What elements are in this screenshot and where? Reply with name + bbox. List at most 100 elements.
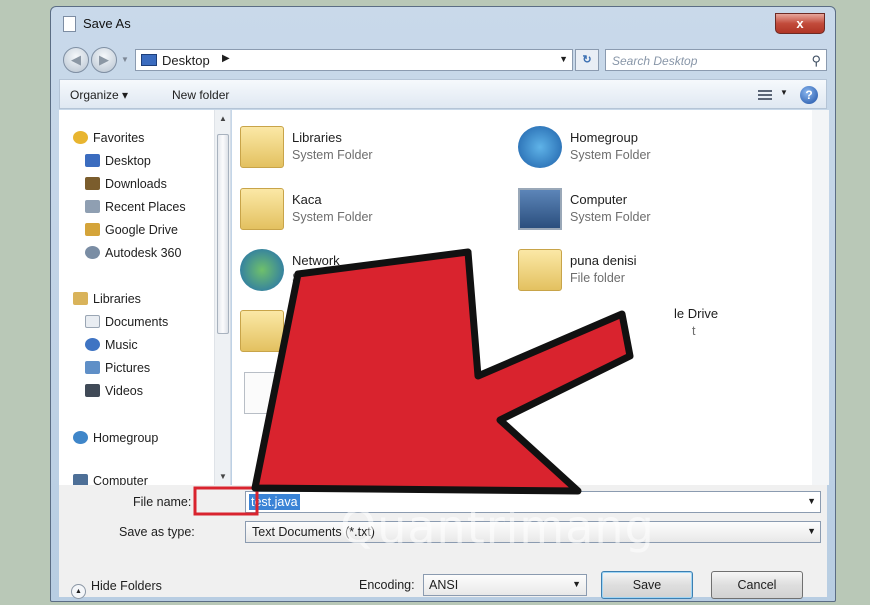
file-type: System Folder — [292, 148, 373, 162]
sidebar-item-homegroup[interactable]: Homegroup — [73, 431, 158, 449]
file-item[interactable]: Kaca System Folder — [234, 186, 494, 236]
file-name: Wikihow — [292, 314, 341, 329]
close-button[interactable]: x — [775, 13, 825, 34]
file-name: Homegroup — [570, 130, 638, 145]
file-item[interactable]: Libraries System Folder — [234, 124, 494, 174]
file-item[interactable]: le Drive t — [552, 300, 812, 350]
libraries-folder-icon — [240, 126, 284, 168]
breadcrumb-desktop[interactable]: Desktop — [162, 53, 210, 68]
scroll-up-icon[interactable]: ▲ — [219, 114, 227, 123]
file-type: System Folder — [292, 210, 373, 224]
sidebar-item-downloads[interactable]: Downloads — [85, 177, 167, 195]
back-arrow-icon: ◀ — [71, 52, 81, 67]
computer-icon — [73, 474, 88, 485]
file-type: t — [692, 324, 696, 338]
file-name: le Drive — [674, 306, 719, 321]
file-name: puna denisi — [570, 253, 637, 268]
music-icon — [85, 338, 100, 351]
file-name: iphon — [292, 376, 324, 391]
sidebar-item-desktop[interactable]: Desktop — [85, 154, 151, 172]
desktop-icon — [85, 154, 100, 167]
change-view-button[interactable]: ▼ — [758, 88, 788, 102]
star-icon — [73, 131, 88, 144]
file-name: Libraries — [292, 130, 342, 145]
encoding-dropdown-icon[interactable]: ▼ — [572, 579, 581, 589]
window-title: Save As — [83, 16, 131, 31]
title-bar: Save As x — [59, 13, 827, 37]
file-type: Text — [292, 394, 315, 408]
desktop-icon — [141, 54, 157, 66]
file-item[interactable]: Homegroup System Folder — [512, 124, 772, 174]
nav-pane-scrollbar[interactable]: ▲ ▼ — [214, 110, 230, 485]
refresh-button[interactable]: ↻ — [575, 49, 599, 71]
homegroup-icon — [518, 126, 562, 168]
file-name-dropdown-icon[interactable]: ▼ — [807, 496, 816, 506]
search-box[interactable]: Search Desktop ⚲ — [605, 49, 827, 71]
file-item[interactable]: Computer System Folder — [512, 186, 772, 236]
recent-places-icon — [85, 200, 100, 213]
collapse-icon: ▲ — [71, 584, 86, 599]
scroll-down-icon[interactable]: ▼ — [219, 472, 227, 481]
videos-icon — [85, 384, 100, 397]
sidebar-item-libraries[interactable]: Libraries — [73, 292, 141, 310]
file-name: Network — [292, 253, 340, 268]
address-dropdown-icon[interactable]: ▼ — [559, 54, 568, 64]
computer-icon — [518, 188, 562, 230]
watermark: Quantrimang — [340, 500, 655, 554]
downloads-icon — [85, 177, 100, 190]
user-folder-icon — [240, 188, 284, 230]
address-bar[interactable]: Desktop ▶ ▼ — [135, 49, 573, 71]
organize-button[interactable]: Organize ▾ — [70, 88, 128, 102]
encoding-select[interactable]: ANSI ▼ — [423, 574, 587, 596]
pictures-icon — [85, 361, 100, 374]
file-list-scrollbar[interactable] — [812, 110, 829, 485]
breadcrumb-chevron-icon[interactable]: ▶ — [222, 53, 230, 64]
encoding-value: ANSI — [429, 578, 459, 592]
view-dropdown-icon[interactable]: ▼ — [780, 88, 788, 97]
command-bar: Organize ▾ New folder ▼ ? — [59, 79, 827, 109]
documents-icon — [85, 315, 100, 328]
file-type: File folder — [292, 332, 347, 346]
save-button[interactable]: Save — [601, 571, 693, 599]
sidebar-item-google-drive[interactable]: Google Drive — [85, 223, 178, 241]
forward-button[interactable]: ▶ — [91, 47, 117, 73]
file-item[interactable]: Wikihow File folder — [234, 308, 494, 358]
recent-locations-dropdown[interactable]: ▼ — [121, 55, 129, 64]
navigation-bar: ◀ ▶ ▼ Desktop ▶ ▼ ↻ Search Desktop ⚲ — [59, 43, 827, 75]
homegroup-icon — [73, 431, 88, 444]
sidebar-item-documents[interactable]: Documents — [85, 315, 168, 333]
google-drive-icon — [85, 223, 100, 236]
forward-arrow-icon: ▶ — [99, 52, 109, 67]
save-as-type-dropdown-icon[interactable]: ▼ — [807, 526, 816, 536]
autodesk-icon — [85, 246, 100, 259]
file-list: Libraries System Folder Homegroup System… — [232, 110, 829, 485]
hide-folders-button[interactable]: ▲ Hide Folders — [71, 579, 162, 599]
file-type: System Folder — [570, 148, 651, 162]
sidebar-item-favorites[interactable]: Favorites — [73, 131, 144, 149]
file-item[interactable]: iphon Text — [234, 370, 494, 420]
sidebar-item-videos[interactable]: Videos — [85, 384, 143, 402]
text-file-icon — [244, 372, 280, 414]
sidebar-item-recent-places[interactable]: Recent Places — [85, 200, 186, 218]
scroll-thumb[interactable] — [217, 134, 229, 334]
search-placeholder: Search Desktop — [612, 54, 698, 68]
file-item[interactable]: puna denisi File folder — [512, 247, 772, 297]
help-icon[interactable]: ? — [800, 86, 818, 104]
file-name-value[interactable]: test.java — [249, 494, 300, 510]
sidebar-item-pictures[interactable]: Pictures — [85, 361, 150, 379]
navigation-pane: Favorites Desktop Downloads Recent Place… — [59, 110, 231, 485]
document-icon — [63, 16, 76, 32]
file-name-label: File name: — [133, 495, 192, 509]
sidebar-item-autodesk-360[interactable]: Autodesk 360 — [85, 246, 181, 264]
file-name: Kaca — [292, 192, 322, 207]
file-item[interactable]: Network System Folder — [234, 247, 494, 297]
sidebar-item-music[interactable]: Music — [85, 338, 138, 356]
new-folder-button[interactable]: New folder — [172, 88, 229, 102]
back-button[interactable]: ◀ — [63, 47, 89, 73]
save-as-type-label: Save as type: — [119, 525, 195, 539]
encoding-label: Encoding: — [359, 578, 415, 592]
network-icon — [240, 249, 284, 291]
search-icon[interactable]: ⚲ — [811, 53, 821, 69]
cancel-button[interactable]: Cancel — [711, 571, 803, 599]
sidebar-item-computer[interactable]: Computer — [73, 474, 148, 485]
